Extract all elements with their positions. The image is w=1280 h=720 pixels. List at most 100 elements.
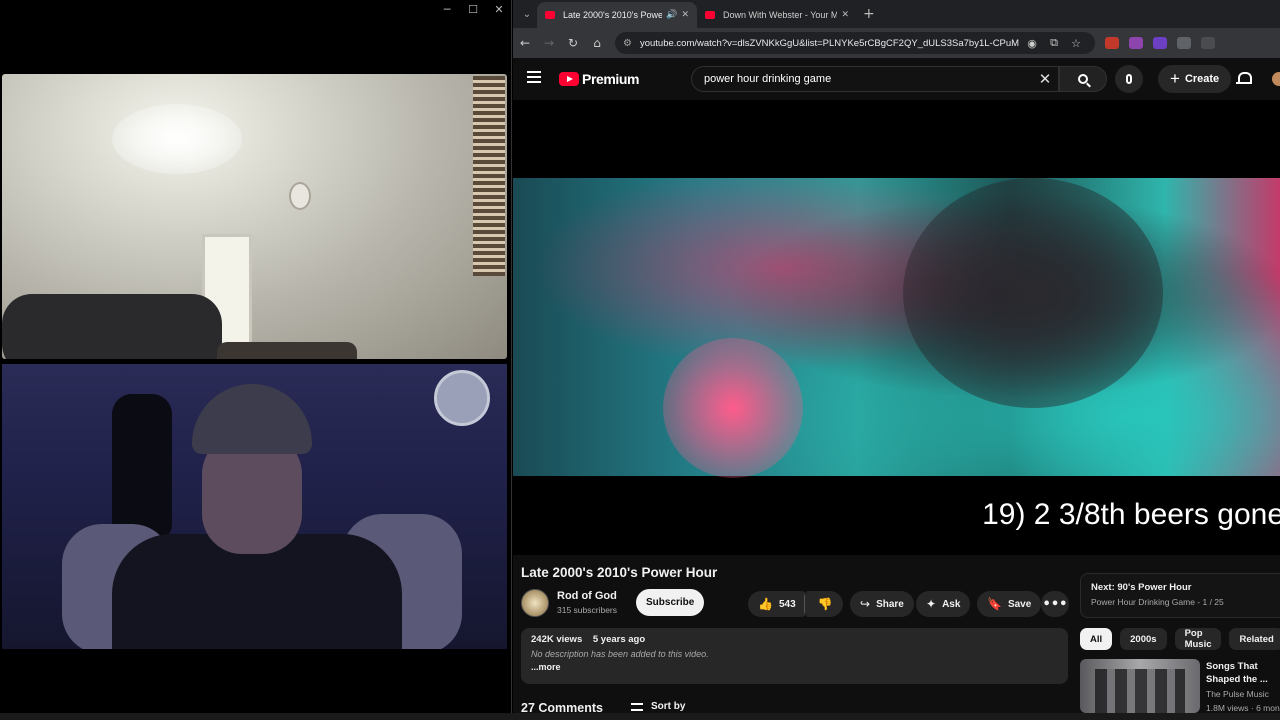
tab-title: Down With Webster - Your Ma (723, 10, 838, 20)
notifications-bell-icon[interactable] (1236, 71, 1252, 85)
create-label: Create (1184, 73, 1220, 85)
ask-button[interactable]: ✦ Ask (916, 591, 971, 617)
plus-icon: + (1170, 69, 1180, 88)
ask-label: Ask (942, 598, 961, 610)
new-tab-icon[interactable]: + (863, 6, 875, 22)
video-frame (513, 178, 1280, 478)
sort-icon (631, 702, 643, 711)
tab-power-hour[interactable]: Late 2000's 2010's Power H 🔊 ✕ (537, 2, 697, 28)
description-more-link[interactable]: ...more (531, 662, 1058, 672)
recommended-video-channel[interactable]: The Pulse Music (1206, 689, 1269, 699)
thumbs-down-icon: 👎 (817, 597, 833, 611)
video-highlight (663, 338, 803, 478)
couch (2, 294, 222, 359)
extension-icon[interactable] (1129, 37, 1143, 49)
ceiling-light (112, 104, 242, 174)
chip-related[interactable]: Related (1229, 628, 1280, 650)
search-input[interactable]: power hour drinking game ✕ (691, 66, 1059, 92)
chip-2000s[interactable]: 2000s (1120, 628, 1167, 650)
chair-back (217, 342, 357, 359)
reload-icon[interactable]: ↻ (561, 31, 585, 55)
cap (192, 384, 312, 454)
create-button[interactable]: + Create (1158, 65, 1232, 93)
youtube-logo[interactable]: Premium (559, 71, 640, 87)
extensions-puzzle-icon[interactable] (1177, 37, 1191, 49)
wall-clock (289, 182, 311, 210)
maximize-icon[interactable]: ☐ (466, 3, 480, 16)
reading-list-icon[interactable] (1201, 37, 1215, 49)
recommended-video-thumbnail[interactable] (1080, 659, 1200, 713)
sort-label: Sort by (651, 701, 686, 712)
dislike-button[interactable]: 👎 (807, 591, 843, 617)
minimize-icon[interactable]: ─ (440, 3, 454, 16)
tab-close-icon[interactable]: ✕ (841, 10, 849, 20)
sort-comments-button[interactable]: Sort by (631, 701, 685, 712)
thumbnail-image (1095, 669, 1185, 713)
description-text: No description has been added to this vi… (531, 649, 709, 659)
webcam-feed-room (2, 74, 507, 359)
forward-icon[interactable]: → (537, 31, 561, 55)
recommended-video-title[interactable]: Songs That Shaped the ... (1206, 660, 1280, 686)
close-icon[interactable]: ✕ (492, 3, 506, 16)
voice-search-button[interactable] (1115, 65, 1143, 93)
home-icon[interactable]: ⌂ (585, 31, 609, 55)
like-divider (803, 595, 805, 613)
share-icon: ↪ (860, 597, 871, 611)
site-info-icon[interactable]: ⚙ (623, 38, 632, 49)
microphone-icon (1126, 74, 1132, 84)
channel-name[interactable]: Rod of God (557, 590, 617, 602)
save-button[interactable]: 🔖 Save (977, 591, 1042, 617)
channel-avatar[interactable] (521, 589, 549, 617)
chip-all[interactable]: All (1080, 628, 1113, 650)
audio-icon[interactable]: 🔊 (666, 10, 677, 20)
tab-title: Late 2000's 2010's Power H (563, 10, 663, 20)
address-bar[interactable]: ⚙ youtube.com/watch?v=dlsZVNKkGgU&list=P… (615, 32, 1095, 54)
description-box[interactable]: 242K views 5 years ago No description ha… (521, 628, 1068, 684)
adblock-extension-icon[interactable] (1105, 37, 1119, 49)
video-caption: 19) 2 3/8th beers gone (982, 498, 1280, 531)
youtube-header: Premium power hour drinking game ✕ + Cre… (513, 58, 1280, 100)
recommended-video-views: 1.8M views · 6 mon (1206, 703, 1280, 713)
subscriber-count: 315 subscribers (557, 605, 618, 615)
more-actions-icon[interactable]: ••• (1041, 591, 1069, 617)
window-blinds (473, 76, 505, 276)
webcam-feed-streamer (2, 364, 507, 649)
wall-logo (434, 370, 490, 426)
menu-icon[interactable] (527, 71, 541, 83)
playlist-next-card[interactable]: Next: 90's Power Hour Power Hour Drinkin… (1080, 573, 1280, 618)
tab-down-with-webster[interactable]: Down With Webster - Your Ma ✕ (697, 2, 857, 28)
chip-pop-music[interactable]: Pop Music (1174, 628, 1222, 650)
lens-icon[interactable]: ◉ (1021, 37, 1043, 50)
sparkle-icon: ✦ (926, 597, 937, 611)
search-icon (1078, 74, 1088, 84)
share-button[interactable]: ↪ Share (850, 591, 914, 617)
tab-strip: ⌄ Late 2000's 2010's Power H 🔊 ✕ Down Wi… (513, 0, 1280, 28)
youtube-favicon-icon (545, 11, 555, 19)
video-title: Late 2000's 2010's Power Hour (521, 565, 718, 580)
like-button[interactable]: 👍 543 (748, 591, 813, 617)
url-text: youtube.com/watch?v=dlsZVNKkGgU&list=PLN… (639, 37, 1020, 49)
search-query: power hour drinking game (704, 73, 832, 85)
youtube-play-icon (559, 72, 579, 86)
tab-close-icon[interactable]: ✕ (681, 10, 689, 20)
video-meta: 242K views 5 years ago (531, 634, 1058, 645)
clear-search-icon[interactable]: ✕ (1032, 70, 1058, 88)
video-subject (903, 178, 1163, 408)
webcam-titlebar: ─ ☐ ✕ (0, 0, 512, 18)
logo-text: Premium (582, 71, 640, 87)
bookmark-icon: 🔖 (987, 597, 1002, 611)
search-button[interactable] (1059, 66, 1107, 92)
view-count: 242K views (531, 634, 583, 645)
save-label: Save (1007, 598, 1032, 610)
subscribe-button[interactable]: Subscribe (636, 589, 705, 616)
back-icon[interactable]: ← (513, 31, 537, 55)
like-count: 543 (778, 598, 796, 610)
shield-extension-icon[interactable] (1153, 37, 1167, 49)
bookmark-star-icon[interactable]: ☆ (1065, 37, 1087, 50)
install-icon[interactable]: ⧉ (1043, 36, 1065, 50)
account-avatar[interactable] (1272, 72, 1280, 86)
video-player[interactable]: 19) 2 3/8th beers gone (513, 100, 1280, 555)
tab-search-icon[interactable]: ⌄ (517, 4, 537, 24)
browser-window: ⌄ Late 2000's 2010's Power H 🔊 ✕ Down Wi… (513, 0, 1280, 720)
webcam-window: ─ ☐ ✕ (0, 0, 512, 720)
